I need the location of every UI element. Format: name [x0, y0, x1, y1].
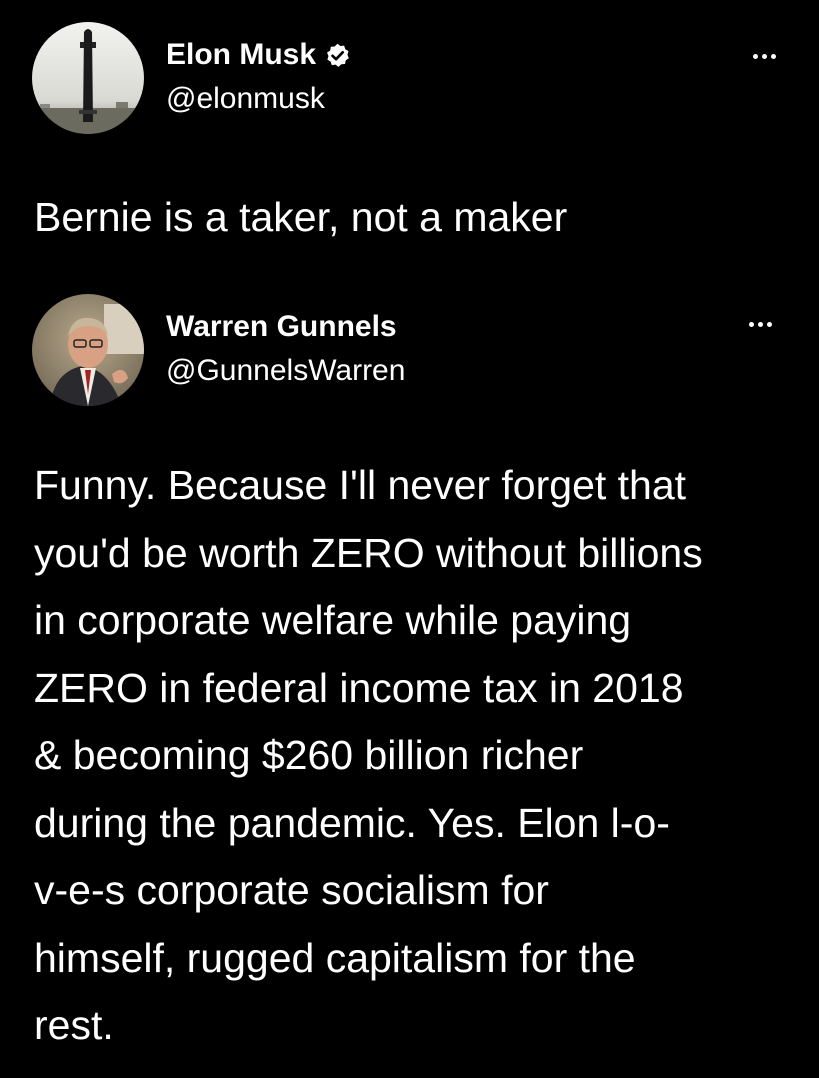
more-dot [758, 322, 763, 327]
author-name[interactable]: Elon Musk [166, 38, 316, 72]
author-name-row[interactable]: Warren Gunnels [166, 310, 397, 344]
tweet-text: Funny. Because I'll never forget that yo… [34, 462, 703, 1048]
author-handle[interactable]: @elonmusk [166, 82, 325, 116]
verified-badge-icon [324, 42, 351, 69]
more-dot [771, 54, 776, 59]
more-dot [753, 54, 758, 59]
author-handle[interactable]: @GunnelsWarren [166, 354, 405, 388]
tweet-text: Bernie is a taker, not a maker [34, 194, 568, 240]
more-dot [762, 54, 767, 59]
person-photo-avatar[interactable] [32, 294, 144, 406]
person-photo-icon [32, 294, 144, 406]
starship-rocket-icon [32, 22, 144, 134]
author-name-row[interactable]: Elon Musk [166, 38, 351, 72]
starship-rocket-avatar[interactable] [32, 22, 144, 134]
more-options-icon[interactable] [749, 322, 772, 327]
more-dot [749, 322, 754, 327]
more-options-icon[interactable] [753, 54, 776, 59]
author-name[interactable]: Warren Gunnels [166, 310, 397, 344]
more-dot [767, 322, 772, 327]
